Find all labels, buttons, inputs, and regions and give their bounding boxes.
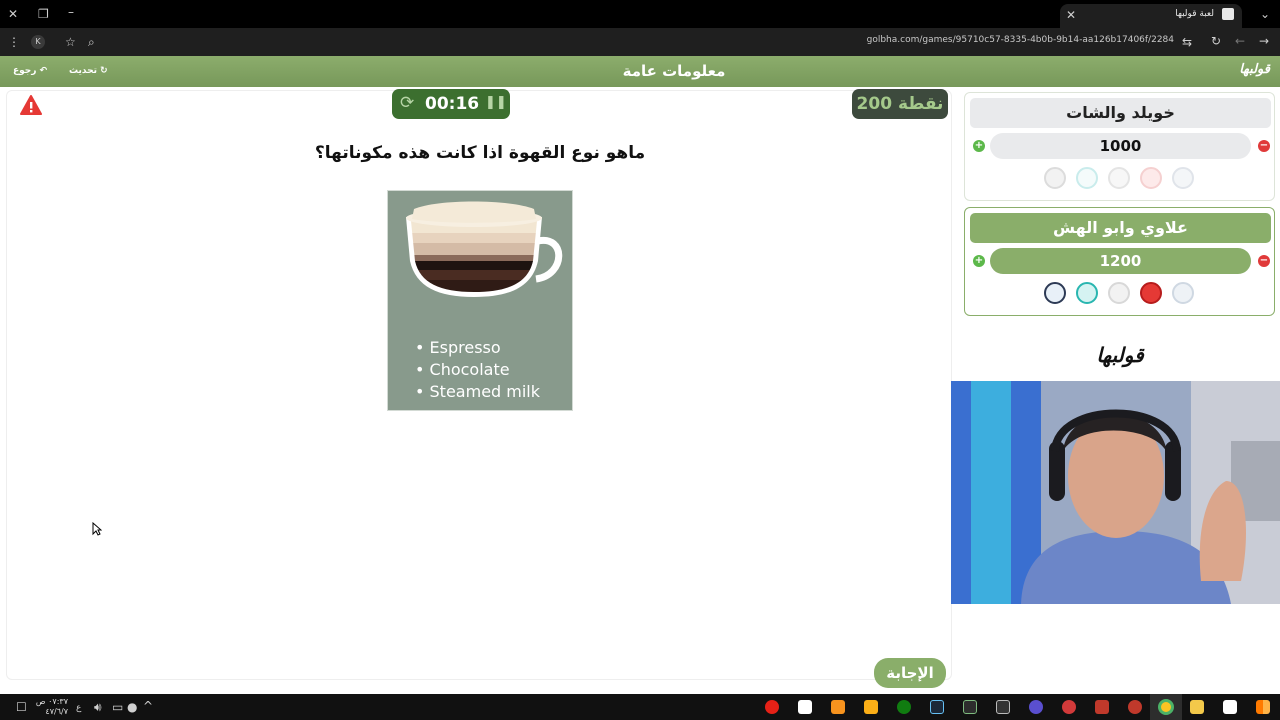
menu-dots-icon[interactable]: ⋮ [8, 35, 20, 49]
language-indicator[interactable]: ع [76, 701, 81, 715]
add-points-button[interactable]: + [973, 140, 985, 152]
network-icon[interactable]: ▭ [112, 700, 123, 714]
discord-icon[interactable] [1062, 700, 1076, 714]
timer: ⟳ 00:16 ❚❚ [392, 89, 510, 119]
store-icon[interactable] [1223, 700, 1237, 714]
timer-value: 00:16 [425, 94, 480, 114]
notifications-icon[interactable]: ☐ [16, 700, 27, 714]
stopwatch-icon [1044, 167, 1066, 189]
minimize-window-icon[interactable]: – [68, 5, 74, 19]
ingredient-item: • Steamed milk [415, 382, 541, 401]
steam-icon[interactable] [930, 700, 944, 714]
pause-icon[interactable]: ❚❚ [485, 95, 507, 110]
obs-icon[interactable] [1128, 700, 1142, 714]
active-app-highlight [1150, 694, 1182, 720]
rockstar-icon[interactable] [864, 700, 878, 714]
close-tab-icon[interactable]: ✕ [1066, 8, 1076, 22]
mouse-cursor-icon [92, 521, 103, 540]
back-icon[interactable]: → [1259, 34, 1269, 48]
undo-icon: ↶ [39, 66, 48, 76]
ingredient-item: • Chocolate [415, 360, 510, 379]
install-app-icon[interactable]: ⇆ [1182, 35, 1192, 49]
url-text[interactable]: golbha.com/games/95710c57-8335-4b0b-9b14… [867, 35, 1174, 45]
back-label: رجوع [13, 66, 37, 76]
stopwatch-icon[interactable] [1044, 282, 1066, 304]
team-card: خويلد والشات + 1000 − [964, 92, 1275, 201]
app-dark-icon[interactable] [996, 700, 1010, 714]
start-menu-icon[interactable] [1256, 700, 1270, 714]
taskbar-clock[interactable]: ٠٧:٣٧ ص ٤٧/٦/٧ [28, 697, 68, 717]
team-card-active: علاوي وابو الهش + 1200 − [964, 207, 1275, 316]
ingredient-item: • Espresso [415, 338, 501, 357]
app-orange-icon[interactable] [831, 700, 845, 714]
question-image: • Espresso • Chocolate • Steamed milk [387, 190, 573, 411]
clock-time: ٠٧:٣٧ ص [35, 697, 68, 706]
webcam-feed [951, 381, 1280, 604]
side-logo: قولبها [1096, 343, 1144, 367]
refresh-button[interactable]: تحديث ↻ [69, 66, 108, 76]
refresh-label: تحديث [69, 66, 97, 76]
add-points-button[interactable]: + [973, 255, 985, 267]
stop-hand-icon [1140, 167, 1162, 189]
handshake-icon[interactable] [1172, 282, 1194, 304]
reset-timer-icon[interactable]: ⟳ [400, 93, 414, 113]
team-name: علاوي وابو الهش [970, 213, 1271, 243]
tab-search-icon[interactable]: ⌄ [1260, 7, 1270, 21]
app-purple-icon[interactable] [1095, 700, 1109, 714]
page-title: معلومات عامة [622, 62, 726, 80]
taskbar [0, 694, 1280, 720]
question-text: ماهو نوع القهوة اذا كانت هذه مكوناتها؟ [314, 143, 646, 163]
xbox-app-icon[interactable] [963, 700, 977, 714]
profile-avatar[interactable]: K [31, 35, 45, 49]
capcut-icon[interactable] [798, 700, 812, 714]
restore-window-icon[interactable]: ❐ [38, 7, 49, 21]
hand-point-icon[interactable] [1108, 282, 1130, 304]
reload-icon[interactable]: ↻ [1211, 34, 1221, 48]
swap-icon[interactable] [1076, 282, 1098, 304]
browser-tab-bar: ✕ ❐ – + ✕ لعبة قولبها ⌄ [0, 0, 1280, 28]
refresh-icon: ↻ [100, 66, 108, 76]
xbox-icon[interactable] [897, 700, 911, 714]
show-hidden-icons-icon[interactable]: ^ [143, 699, 153, 713]
handshake-icon [1172, 167, 1194, 189]
back-button[interactable]: رجوع ↶ [13, 66, 47, 76]
volume-icon[interactable]: 🔊︎ [94, 700, 102, 714]
answer-button[interactable]: الإجابة [874, 658, 946, 688]
hand-point-icon [1108, 167, 1130, 189]
stop-hand-icon[interactable] [1140, 282, 1162, 304]
swap-icon [1076, 167, 1098, 189]
subtract-points-button[interactable]: − [1258, 255, 1270, 267]
team-score: 1200 [990, 248, 1251, 274]
zoom-icon[interactable]: ⌕ [88, 35, 95, 49]
clock-date: ٤٧/٦/٧ [45, 707, 68, 716]
close-window-icon[interactable]: ✕ [8, 7, 18, 21]
coffee-cup-illustration [406, 201, 563, 297]
youtube-icon[interactable] [765, 700, 779, 714]
header-logo[interactable]: قولبها [1239, 62, 1270, 77]
tab-title: لعبة قولبها [1175, 9, 1214, 19]
points-badge: 200 نقطة [852, 89, 948, 119]
forward-icon[interactable]: ← [1235, 34, 1245, 48]
active-tab[interactable]: ✕ لعبة قولبها [1060, 4, 1242, 28]
file-explorer-icon[interactable] [1190, 700, 1204, 714]
tab-favicon-icon [1222, 8, 1234, 20]
bookmark-star-icon[interactable]: ☆ [65, 35, 76, 49]
subtract-points-button[interactable]: − [1258, 140, 1270, 152]
team-name: خويلد والشات [970, 98, 1271, 128]
team-score: 1000 [990, 133, 1251, 159]
media-player-icon[interactable] [1029, 700, 1043, 714]
microphone-icon[interactable]: ● [127, 700, 137, 714]
report-warning-icon[interactable] [20, 94, 42, 116]
